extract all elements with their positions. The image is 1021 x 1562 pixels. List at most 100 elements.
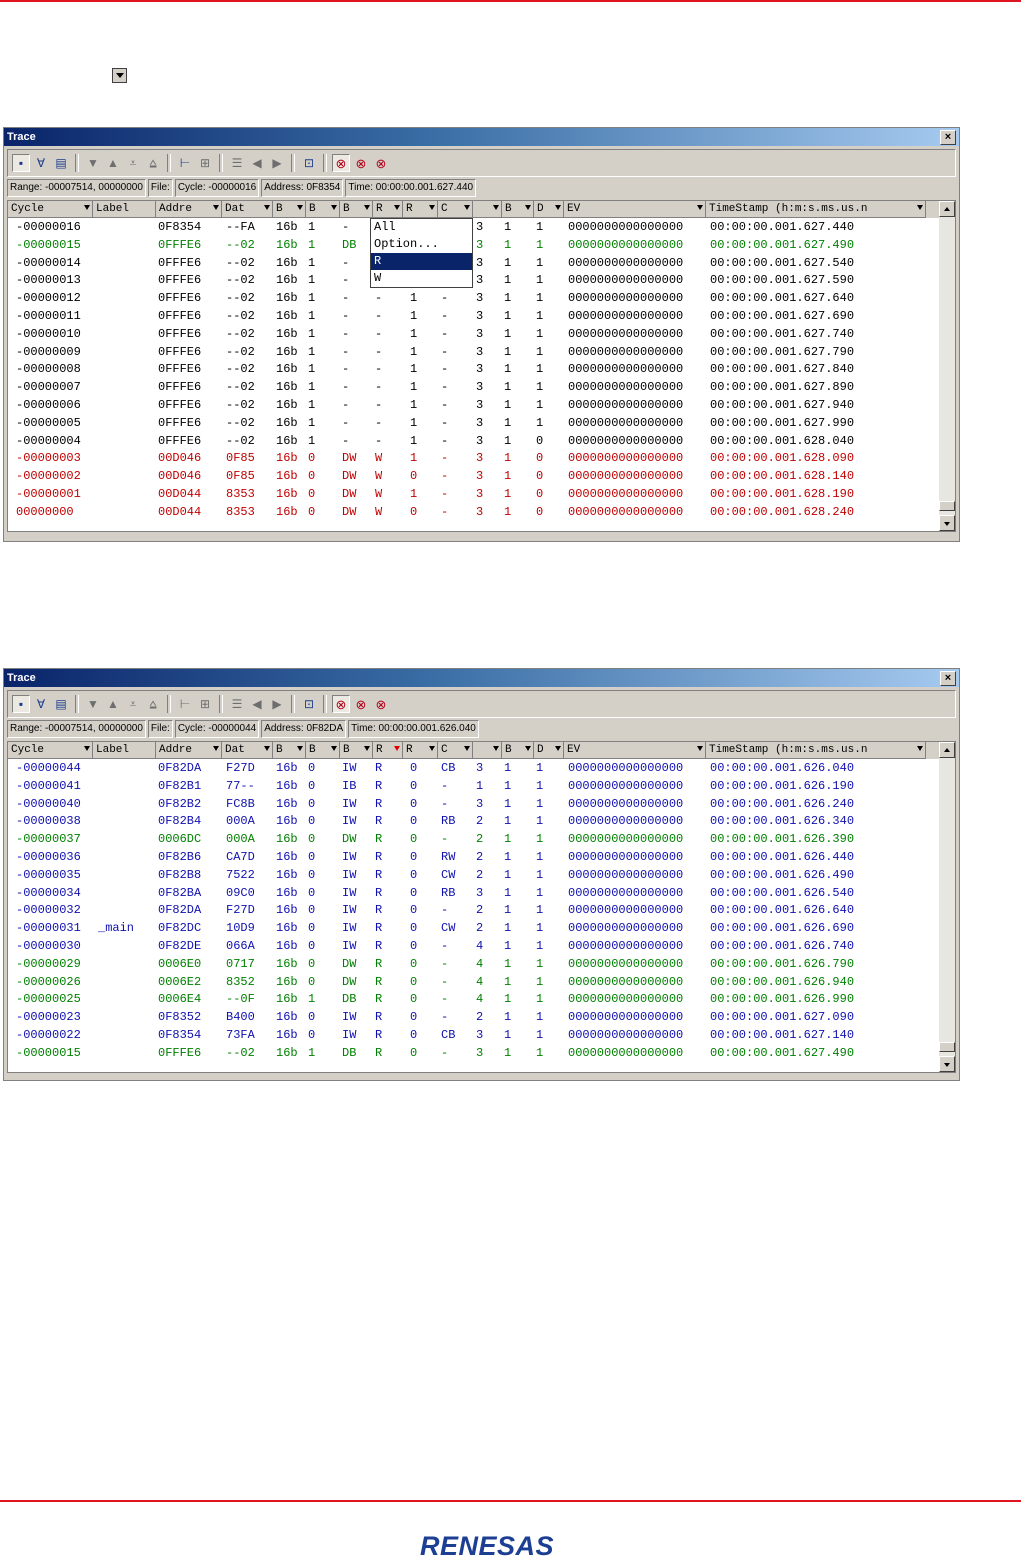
table-row[interactable]: -00000037 0006DC 000A 16b 0 DW R 0 - 2 1 1 000000000…: [8, 831, 943, 848]
column-header-ram[interactable]: R: [403, 742, 438, 759]
list-icon[interactable]: ☰: [228, 154, 246, 172]
table-row[interactable]: -00000022 0F8354 73FA 16b 0 IW R 0 CB 3 1 1 00000000…: [8, 1027, 943, 1044]
column-header-cycle-type[interactable]: C: [438, 742, 473, 759]
menu-item-w[interactable]: W: [371, 270, 472, 287]
table-row[interactable]: -00000032 0F82DA F27D 16b 0 IW R 0 - 2 1 1 000000000…: [8, 902, 943, 919]
dropdown-arrow-icon[interactable]: [464, 746, 470, 751]
table-row[interactable]: -00000026 0006E2 8352 16b 0 DW R 0 - 4 1 1 000000000…: [8, 974, 943, 991]
table-row[interactable]: 00000000 00D044 8353 16b 0 DW W 0-3 1 0 0000000000…: [8, 504, 943, 521]
dropdown-arrow-icon[interactable]: [297, 746, 303, 751]
dropdown-arrow-icon[interactable]: [464, 205, 470, 210]
trace-grid[interactable]: Cycle Label Addre Dat B B B R R C B D EV TimeStamp (h…: [7, 741, 956, 1073]
column-header-timestamp[interactable]: TimeStamp (h:m:s.ms.us.n: [706, 742, 926, 759]
trace-mode-icon[interactable]: ▪: [12, 154, 30, 172]
column-header-ev[interactable]: EV: [564, 742, 706, 759]
table-row[interactable]: -00000014 0FFFE6 --02 16b 1 - 3 1 1 0000000000000…: [8, 255, 943, 272]
table-row[interactable]: -00000005 0FFFE6 --02 16b 1 - - 1 - 3 1 1 0000000000…: [8, 415, 943, 432]
column-header-q[interactable]: [473, 742, 502, 759]
close-icon[interactable]: ×: [940, 130, 956, 145]
dropdown-arrow-icon[interactable]: [331, 746, 337, 751]
menu-item-option[interactable]: Option...: [371, 236, 472, 253]
menu-item-all[interactable]: All: [371, 219, 472, 236]
dropdown-arrow-icon[interactable]: [364, 205, 370, 210]
table-row[interactable]: -00000034 0F82BA 09C0 16b 0 IW R 0 RB 3 1 1 00000000…: [8, 885, 943, 902]
table-row[interactable]: -00000008 0FFFE6 --02 16b 1 - - 1 - 3 1 1 0000000000…: [8, 361, 943, 378]
scroll-down-icon[interactable]: [939, 1056, 955, 1072]
table-row[interactable]: -00000004 0FFFE6 --02 16b 1- -1-3 1 0 0000000000…: [8, 433, 943, 450]
column-header-read-write[interactable]: R: [373, 201, 403, 218]
filter-icon[interactable]: ∀: [32, 695, 50, 713]
table-row[interactable]: -00000007 0FFFE6 --02 16b 1 - - 1 - 3 1 1 0000000000…: [8, 379, 943, 396]
zoom-out-icon[interactable]: ⊗: [372, 695, 390, 713]
column-header-bhe[interactable]: B: [306, 742, 340, 759]
column-header-data[interactable]: Dat: [222, 742, 273, 759]
column-header-b[interactable]: B: [502, 742, 534, 759]
filter-icon[interactable]: ∀: [32, 154, 50, 172]
dropdown-arrow-icon[interactable]: [364, 746, 370, 751]
column-header-ram[interactable]: R: [403, 201, 438, 218]
tree-icon[interactable]: ⊢: [176, 154, 194, 172]
table-row[interactable]: -00000040 0F82B2 FC8B 16b 0 IW R 0 - 3 1 1 000000000…: [8, 796, 943, 813]
expand-icon[interactable]: ▲: [104, 695, 122, 713]
table-row[interactable]: -00000035 0F82B8 7522 16b 0 IW R 0 CW 2 1 1 00000000…: [8, 867, 943, 884]
table-row[interactable]: -00000036 0F82B6 CA7D 16b 0 IW R 0 RW 2 1 1 00000000…: [8, 849, 943, 866]
dropdown-arrow-icon[interactable]: [697, 746, 703, 751]
window-title-bar[interactable]: Trace ×: [4, 128, 959, 146]
column-header-d[interactable]: D: [534, 742, 564, 759]
table-row[interactable]: -00000009 0FFFE6 --02 16b 1 - - 1 - 3 1 1 0000000000…: [8, 344, 943, 361]
dropdown-arrow-icon[interactable]: [394, 205, 400, 210]
table-row[interactable]: -00000002 00D046 0F85 16b 0 DW W 0-3 1 0 000000000…: [8, 468, 943, 485]
table-row[interactable]: -00000013 0FFFE6 --02 16b 1 - 3 1 1 0000000000000…: [8, 272, 943, 289]
collapse-icon[interactable]: ▼: [84, 154, 102, 172]
close-icon[interactable]: ×: [940, 671, 956, 686]
zoom-in-icon[interactable]: ⊗: [352, 154, 370, 172]
column-header-ev[interactable]: EV: [564, 201, 706, 218]
zoom-in-icon[interactable]: ⊗: [352, 695, 370, 713]
column-header-cycle[interactable]: Cycle: [8, 742, 93, 759]
dropdown-arrow-icon[interactable]: [213, 205, 219, 210]
column-header-cycle[interactable]: Cycle: [8, 201, 93, 218]
table-row[interactable]: -00000038 0F82B4 000A 16b 0 IW R 0 RB 2 1 1 00000000…: [8, 813, 943, 830]
vertical-scrollbar[interactable]: [939, 742, 955, 1072]
scroll-thumb[interactable]: [939, 501, 955, 511]
zoom-icon[interactable]: ⊗: [332, 154, 350, 172]
table-row[interactable]: -00000012 0FFFE6 --02 16b 1 - - 1 - 3 1 1 0000000000…: [8, 290, 943, 307]
column-header-d[interactable]: D: [534, 201, 564, 218]
column-header-bus-width[interactable]: B: [273, 742, 306, 759]
column-header-cycle-type[interactable]: C: [438, 201, 473, 218]
table-row[interactable]: -00000023 0F8352 B400 16b 0 IW R 0 - 2 1 1 000000000…: [8, 1009, 943, 1026]
table-row[interactable]: -00000001 00D044 8353 16b 0 DW W 1-3 1 0 000000000…: [8, 486, 943, 503]
table-row[interactable]: -00000025 0006E4 --0F 16b 1 DB R 0 - 4 1 1 000000000…: [8, 991, 943, 1008]
column-header-data[interactable]: Dat: [222, 201, 273, 218]
table-row[interactable]: -00000010 0FFFE6 --02 16b 1 - - 1 - 3 1 1 0000000000…: [8, 326, 943, 343]
zoom-icon[interactable]: ⊗: [332, 695, 350, 713]
table-row[interactable]: -00000016 0F8354 --FA 16b 1 - 3 1 1 0000000000000…: [8, 219, 943, 236]
dropdown-arrow-icon[interactable]: [84, 746, 90, 751]
dropdown-arrow-icon[interactable]: [429, 205, 435, 210]
go-bottom-icon[interactable]: ⩡: [124, 695, 142, 713]
scroll-up-icon[interactable]: [939, 201, 955, 217]
properties-icon[interactable]: ⊡: [300, 154, 318, 172]
scroll-thumb[interactable]: [939, 1042, 955, 1052]
source-icon[interactable]: ⊞: [196, 154, 214, 172]
table-row[interactable]: -00000041 0F82B1 77-- 16b 0 IB R 0 - 1 1 1 000000000…: [8, 778, 943, 795]
previous-icon[interactable]: ◀: [248, 154, 266, 172]
dropdown-arrow-icon[interactable]: [917, 746, 923, 751]
dropdown-arrow-icon[interactable]: [525, 746, 531, 751]
column-header-timestamp[interactable]: TimeStamp (h:m:s.ms.us.n: [706, 201, 926, 218]
collapse-icon[interactable]: ▼: [84, 695, 102, 713]
menu-item-r[interactable]: R: [371, 253, 472, 270]
table-row[interactable]: -00000029 0006E0 0717 16b 0 DW R 0 - 4 1 1 000000000…: [8, 956, 943, 973]
source-icon[interactable]: ⊞: [196, 695, 214, 713]
dropdown-arrow-icon[interactable]: [297, 205, 303, 210]
table-row[interactable]: -00000011 0FFFE6 --02 16b 1 - - 1 - 3 1 1 0000000000…: [8, 308, 943, 325]
document-icon[interactable]: ▤: [52, 154, 70, 172]
dropdown-arrow-icon[interactable]: [555, 746, 561, 751]
table-row[interactable]: -00000006 0FFFE6 --02 16b 1 - - 1 - 3 1 1 0000000000…: [8, 397, 943, 414]
table-row[interactable]: -00000015 0FFFE6 --02 16b 1 DB R 0 - 3 1 1 000000000…: [8, 1045, 943, 1062]
zoom-out-icon[interactable]: ⊗: [372, 154, 390, 172]
dropdown-arrow-icon[interactable]: [264, 746, 270, 751]
table-row[interactable]: -00000003 00D046 0F85 16b 0 DW W 1-3 1 0 000000000…: [8, 450, 943, 467]
column-header-b[interactable]: B: [502, 201, 534, 218]
trace-mode-icon[interactable]: ▪: [12, 695, 30, 713]
